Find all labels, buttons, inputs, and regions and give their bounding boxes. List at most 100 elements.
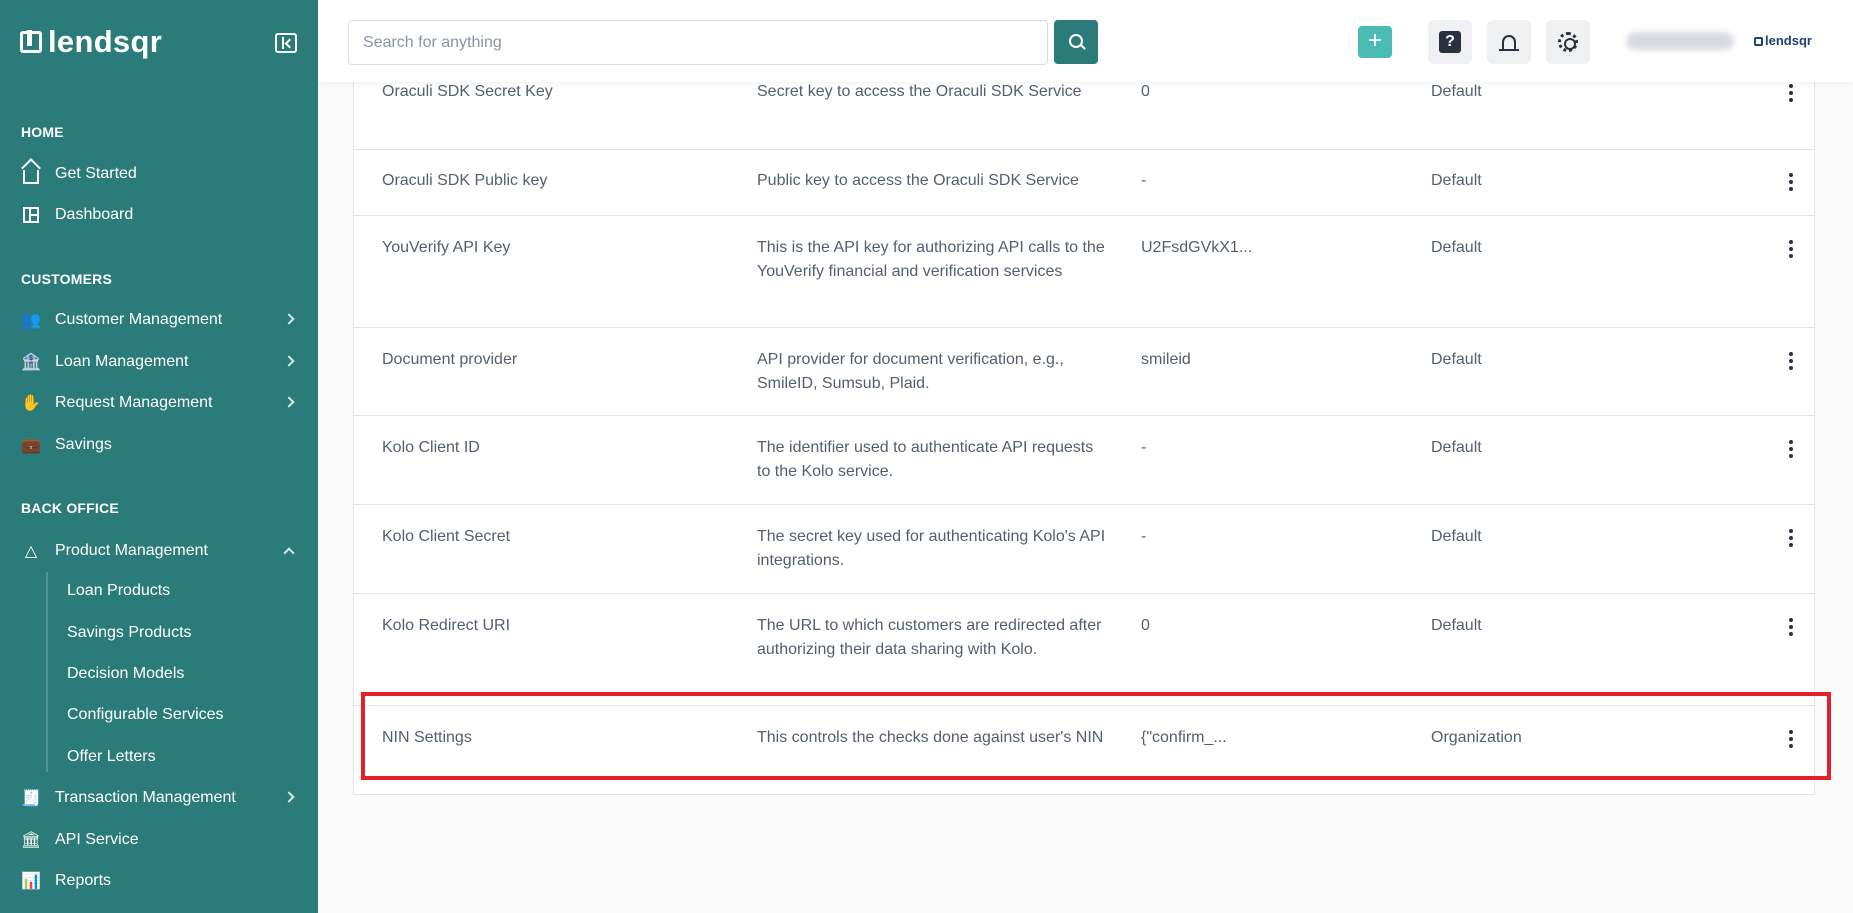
section-label-customers: CUSTOMERS	[21, 271, 112, 287]
logo-mark-icon	[20, 30, 42, 53]
sidebar-subitem-loan-products[interactable]: Loan Products	[67, 582, 170, 600]
chevron-up-icon	[283, 547, 295, 559]
setting-scope: Default	[1431, 617, 1482, 634]
gear-icon	[1558, 32, 1578, 52]
sidebar-item-product-management[interactable]: △ Product Management	[0, 533, 318, 569]
table-row[interactable]: Kolo Client ID The identifier used to au…	[354, 416, 1814, 505]
table-row[interactable]: Document provider API provider for docum…	[354, 328, 1814, 416]
setting-value: 0	[1141, 83, 1150, 100]
row-actions-icon[interactable]	[1783, 82, 1799, 104]
row-actions-icon[interactable]	[1783, 238, 1799, 260]
setting-name: Kolo Client Secret	[382, 528, 511, 545]
settings-table: Oraculi SDK Secret Key Secret key to acc…	[353, 70, 1815, 795]
sidebar-item-label: Reports	[55, 872, 112, 889]
setting-scope: Default	[1431, 172, 1482, 189]
add-button[interactable]: +	[1358, 26, 1392, 58]
setting-description: Public key to access the Oraculi SDK Ser…	[757, 172, 1079, 189]
table-row[interactable]: Kolo Client Secret The secret key used f…	[354, 505, 1814, 594]
section-label-home: HOME	[21, 124, 64, 140]
table-row[interactable]: YouVerify API Key This is the API key fo…	[354, 216, 1814, 328]
setting-scope: Default	[1431, 239, 1482, 256]
sidebar-item-label: Product Management	[55, 542, 208, 559]
topbar: + ? lendsqr	[318, 0, 1853, 82]
section-label-back-office: BACK OFFICE	[21, 500, 119, 516]
sidebar-subitem-decision-models[interactable]: Decision Models	[67, 665, 184, 683]
chart-icon: 📊	[21, 873, 41, 890]
sidebar-item-get-started[interactable]: Get Started	[0, 156, 318, 192]
setting-description: The secret key used for authenticating K…	[757, 528, 1106, 569]
brand-logo[interactable]: lendsqr	[20, 24, 162, 60]
chevron-right-icon	[283, 313, 295, 325]
sidebar-subitem-configurable-services[interactable]: Configurable Services	[67, 706, 224, 724]
bell-icon	[1499, 35, 1519, 51]
row-actions-icon[interactable]	[1783, 616, 1799, 638]
setting-value: -	[1141, 172, 1147, 189]
settings-button[interactable]	[1546, 20, 1590, 64]
submenu-guide-line	[46, 572, 48, 772]
row-actions-icon[interactable]	[1783, 350, 1799, 372]
chevron-right-icon	[283, 396, 295, 408]
setting-name: YouVerify API Key	[382, 239, 511, 256]
sidebar-item-label: Transaction Management	[55, 789, 236, 806]
sidebar-item-api-service[interactable]: 🏛 API Service	[0, 822, 318, 858]
receipt-icon: 🧾	[21, 790, 41, 807]
table-row[interactable]: Kolo Redirect URI The URL to which custo…	[354, 594, 1814, 706]
dashboard-icon	[21, 205, 41, 225]
sidebar-subitem-offer-letters[interactable]: Offer Letters	[67, 748, 156, 766]
setting-value: -	[1141, 528, 1147, 545]
table-row[interactable]: Oraculi SDK Secret Key Secret key to acc…	[354, 70, 1814, 150]
row-actions-icon[interactable]	[1783, 728, 1799, 750]
sidebar-item-loan-management[interactable]: 🏦 Loan Management	[0, 344, 318, 380]
logo-text: lendsqr	[48, 24, 163, 59]
sidebar: lendsqr HOME Get Started Dashboard CUSTO…	[0, 0, 318, 913]
help-button[interactable]: ?	[1428, 20, 1472, 64]
setting-scope: Default	[1431, 439, 1482, 456]
institution-icon: 🏛	[20, 832, 42, 849]
user-name-blurred[interactable]	[1626, 32, 1734, 50]
chevron-right-icon	[283, 355, 295, 367]
table-row[interactable]: Oraculi SDK Public key Public key to acc…	[354, 150, 1814, 216]
sidebar-subitem-savings-products[interactable]: Savings Products	[67, 624, 192, 642]
sidebar-item-label: Get Started	[55, 165, 137, 182]
setting-description: The URL to which customers are redirecte…	[757, 617, 1102, 658]
help-icon: ?	[1439, 31, 1461, 53]
setting-value: 0	[1141, 617, 1150, 634]
setting-value: U2FsdGVkX1...	[1141, 239, 1253, 256]
search-input[interactable]	[348, 20, 1048, 65]
organization-logo: lendsqr	[1754, 33, 1812, 48]
setting-name: Document provider	[382, 351, 518, 368]
setting-name: NIN Settings	[382, 729, 472, 746]
row-actions-icon[interactable]	[1783, 438, 1799, 460]
setting-scope: Default	[1431, 83, 1482, 100]
setting-value: {"confirm_...	[1141, 729, 1227, 746]
setting-name: Kolo Redirect URI	[382, 617, 511, 634]
sidebar-item-label: Dashboard	[55, 206, 134, 223]
sidebar-item-transaction-management[interactable]: 🧾 Transaction Management	[0, 780, 318, 816]
collapse-sidebar-icon[interactable]	[275, 33, 297, 53]
logo-mark-icon	[1754, 37, 1763, 46]
setting-scope: Default	[1431, 528, 1482, 545]
sidebar-item-savings[interactable]: 💼 Savings	[0, 427, 318, 463]
sidebar-item-label: Loan Management	[55, 353, 189, 370]
notifications-button[interactable]	[1487, 20, 1531, 64]
setting-description: Secret key to access the Oraculi SDK Ser…	[757, 83, 1082, 100]
briefcase-icon: 💼	[21, 437, 41, 454]
setting-description: This controls the checks done against us…	[757, 729, 1104, 746]
sidebar-item-reports[interactable]: 📊 Reports	[0, 863, 318, 899]
setting-description: API provider for document verification, …	[757, 351, 1064, 392]
row-actions-icon[interactable]	[1783, 171, 1799, 193]
sidebar-item-dashboard[interactable]: Dashboard	[0, 197, 318, 233]
search-icon[interactable]	[1054, 20, 1098, 64]
organization-logo-text: lendsqr	[1765, 33, 1812, 48]
users-icon: 👥	[21, 312, 41, 329]
setting-name: Oraculi SDK Public key	[382, 172, 548, 189]
bank-icon: 🏦	[21, 354, 41, 371]
sidebar-item-request-management[interactable]: ✋ Request Management	[0, 385, 318, 421]
sidebar-item-label: Savings	[55, 436, 112, 453]
sidebar-item-label: API Service	[55, 831, 139, 848]
row-actions-icon[interactable]	[1783, 527, 1799, 549]
sidebar-item-customer-management[interactable]: 👥 Customer Management	[0, 302, 318, 338]
table-row-nin-settings[interactable]: NIN Settings This controls the checks do…	[354, 706, 1814, 794]
sidebar-item-label: Request Management	[55, 394, 213, 411]
hand-money-icon: ✋	[21, 395, 41, 412]
